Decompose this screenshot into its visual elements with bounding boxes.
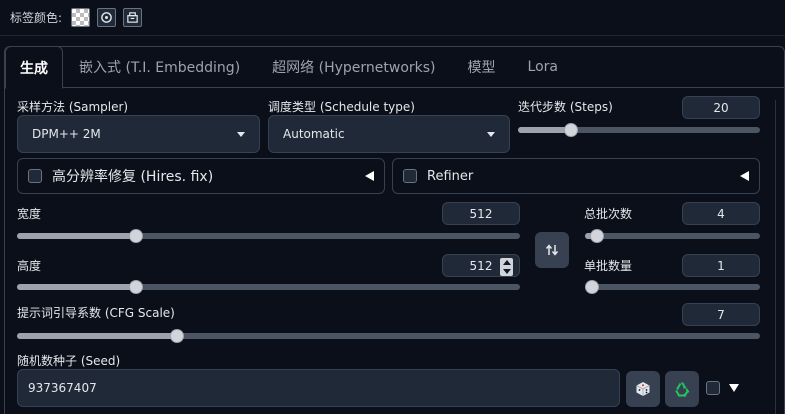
- seed-label: 随机数种子 (Seed): [17, 354, 121, 368]
- steps-label: 迭代步数 (Steps): [518, 100, 613, 114]
- batch-size-track: [585, 284, 760, 290]
- tag-color-label: 标签颜色:: [10, 11, 63, 25]
- swap-dimensions-button[interactable]: [535, 232, 569, 268]
- batch-count-label: 总批次数: [584, 207, 633, 221]
- sampler-label: 采样方法 (Sampler): [17, 100, 129, 114]
- hires-fix-label: 高分辨率修复 (Hires. fix): [52, 169, 214, 185]
- dice-icon: [636, 382, 650, 396]
- tab-embedding[interactable]: 嵌入式 (T.I. Embedding): [63, 46, 256, 88]
- height-slider[interactable]: [17, 280, 520, 294]
- random-seed-button[interactable]: [626, 371, 660, 407]
- reset-color-button[interactable]: [97, 8, 117, 27]
- refiner-label: Refiner: [427, 168, 474, 184]
- recycle-icon: [675, 381, 690, 398]
- tab-generate[interactable]: 生成: [5, 46, 63, 89]
- refiner-accordion[interactable]: Refiner: [392, 158, 760, 194]
- seed-value: 937367407: [28, 381, 97, 395]
- refiner-checkbox[interactable]: [403, 169, 417, 183]
- tab-bar: 生成 嵌入式 (T.I. Embedding) 超网络 (Hypernetwor…: [5, 46, 574, 89]
- batch-size-label: 单批数量: [584, 259, 633, 273]
- steps-slider[interactable]: [518, 123, 760, 137]
- tab-lora[interactable]: Lora: [512, 46, 574, 88]
- batch-count-input[interactable]: 4: [682, 202, 760, 225]
- schedule-select[interactable]: Automatic: [268, 115, 510, 153]
- height-input[interactable]: 512: [442, 254, 520, 277]
- color-palette-button[interactable]: [123, 8, 143, 27]
- stepper-down-icon[interactable]: [502, 269, 511, 274]
- width-input[interactable]: 512: [442, 202, 520, 225]
- batch-size-slider[interactable]: [585, 280, 760, 294]
- height-label: 高度: [17, 259, 42, 273]
- cfg-scale-label: 提示词引导系数 (CFG Scale): [17, 306, 175, 320]
- extra-seed-checkbox[interactable]: [706, 381, 720, 395]
- transparent-color-swatch[interactable]: [71, 8, 91, 27]
- width-fill: [17, 233, 136, 239]
- cfg-scale-fill: [17, 333, 177, 339]
- chevron-down-icon: [237, 131, 245, 137]
- cfg-scale-track: [17, 333, 760, 339]
- scrollbar[interactable]: [775, 100, 785, 414]
- batch-count-slider[interactable]: [585, 229, 760, 243]
- seed-input[interactable]: 937367407: [17, 369, 620, 407]
- reset-icon: [101, 12, 112, 23]
- steps-thumb[interactable]: [564, 123, 578, 137]
- stepper-up-icon[interactable]: [502, 260, 511, 265]
- height-thumb[interactable]: [129, 280, 143, 294]
- sampler-value: DPM++ 2M: [32, 127, 101, 141]
- steps-track: [518, 127, 760, 133]
- cfg-scale-thumb[interactable]: [170, 329, 184, 343]
- schedule-value: Automatic: [283, 127, 345, 141]
- height-fill: [17, 284, 136, 290]
- tab-hypernetworks[interactable]: 超网络 (Hypernetworks): [256, 46, 451, 88]
- collapse-triangle-icon[interactable]: [365, 171, 374, 181]
- swap-arrows-icon: [545, 244, 559, 256]
- batch-count-thumb[interactable]: [590, 229, 604, 243]
- steps-input[interactable]: 20: [682, 96, 760, 119]
- collapse-triangle-icon[interactable]: [740, 171, 749, 181]
- hires-fix-checkbox[interactable]: [28, 169, 42, 183]
- chevron-down-icon: [487, 131, 495, 137]
- tag-color-bar: 标签颜色:: [0, 0, 785, 36]
- tab-model[interactable]: 模型: [452, 46, 512, 88]
- schedule-label: 调度类型 (Schedule type): [268, 100, 415, 114]
- width-thumb[interactable]: [129, 229, 143, 243]
- cfg-scale-input[interactable]: 7: [682, 303, 760, 326]
- batch-size-thumb[interactable]: [585, 280, 599, 294]
- width-label: 宽度: [17, 207, 42, 221]
- hires-fix-accordion[interactable]: 高分辨率修复 (Hires. fix): [17, 158, 385, 194]
- height-value: 512: [469, 258, 493, 273]
- batch-count-track: [585, 233, 760, 239]
- palette-icon: [127, 12, 138, 23]
- batch-size-input[interactable]: 1: [682, 254, 760, 277]
- number-stepper[interactable]: [500, 258, 513, 276]
- reuse-seed-button[interactable]: [665, 371, 699, 407]
- cfg-scale-slider[interactable]: [17, 329, 760, 343]
- expand-triangle-icon[interactable]: [729, 384, 739, 392]
- width-track: [17, 233, 520, 239]
- sampler-select[interactable]: DPM++ 2M: [17, 115, 260, 153]
- height-track: [17, 284, 520, 290]
- width-slider[interactable]: [17, 229, 520, 243]
